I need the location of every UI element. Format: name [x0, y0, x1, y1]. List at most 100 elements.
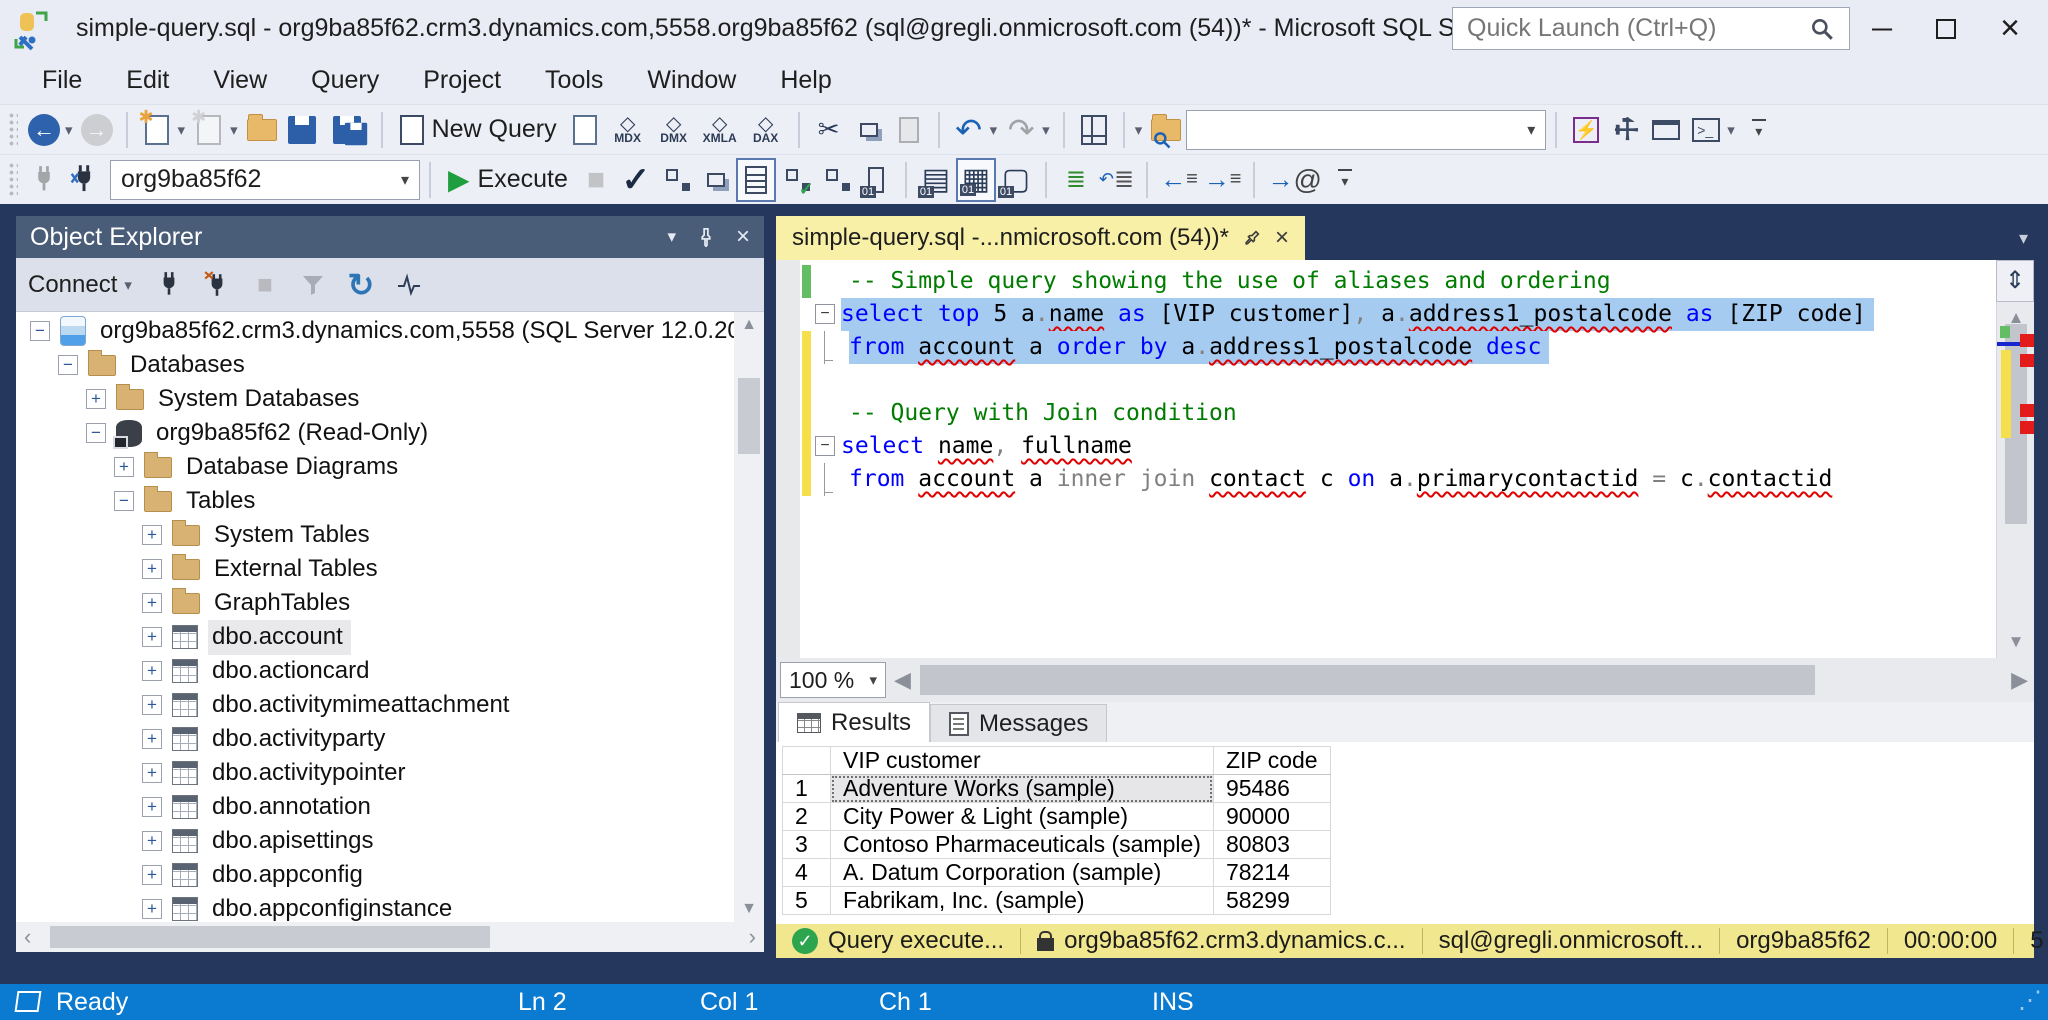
- row-number-cell[interactable]: 2: [783, 803, 831, 831]
- menu-file[interactable]: File: [20, 66, 104, 95]
- toolbar-overflow-button[interactable]: ▾: [1739, 108, 1779, 152]
- zip-code-cell[interactable]: 90000: [1213, 803, 1330, 831]
- query-options-button[interactable]: [736, 158, 776, 202]
- tab-list-dropdown-icon[interactable]: ▾: [2019, 228, 2028, 249]
- quick-launch-input[interactable]: Quick Launch (Ctrl+Q): [1452, 7, 1850, 50]
- scroll-left-icon[interactable]: ‹: [24, 922, 31, 952]
- code-line-6[interactable]: −select name, fullname: [800, 430, 1994, 463]
- vip-customer-cell[interactable]: Adventure Works (sample): [831, 775, 1214, 803]
- results-to-file-button[interactable]: ▢01: [996, 158, 1036, 202]
- navigate-forward-button[interactable]: →: [77, 108, 117, 152]
- expand-expander-icon[interactable]: +: [142, 865, 162, 885]
- scroll-up-icon[interactable]: ▲: [734, 316, 764, 334]
- panel-menu-icon[interactable]: ▾: [667, 227, 676, 247]
- tree-item-external-tables[interactable]: +External Tables: [16, 552, 734, 586]
- cut-button[interactable]: ✂: [809, 108, 849, 152]
- collapse-expander-icon[interactable]: −: [114, 491, 134, 511]
- tree-item-dbo-annotation[interactable]: +dbo.annotation: [16, 790, 734, 824]
- zoom-combo-caret[interactable]: ▾: [869, 671, 877, 689]
- collapse-toggle-icon[interactable]: −: [815, 436, 835, 456]
- zoom-level-combobox[interactable]: 100 % ▾: [780, 662, 886, 698]
- include-actual-plan-button[interactable]: ✓: [776, 158, 816, 202]
- add-item-button[interactable]: ✱: [189, 108, 229, 152]
- dmx-query-button[interactable]: ◇DMX: [651, 108, 697, 152]
- tree-item-dbo-apisettings[interactable]: +dbo.apisettings: [16, 824, 734, 858]
- tree-item-dbo-activityparty[interactable]: +dbo.activityparty: [16, 722, 734, 756]
- oe-disconnect-button[interactable]: [196, 264, 238, 306]
- collapse-expander-icon[interactable]: −: [30, 321, 50, 341]
- menu-help[interactable]: Help: [758, 66, 853, 95]
- expand-expander-icon[interactable]: +: [142, 831, 162, 851]
- find-combobox[interactable]: ▾: [1186, 110, 1546, 150]
- row-number-cell[interactable]: 1: [783, 775, 831, 803]
- mdx-query-button[interactable]: ◇MDX: [605, 108, 651, 152]
- row-number-header[interactable]: [783, 747, 831, 775]
- toolbar-overflow-button[interactable]: ▾: [1325, 158, 1365, 202]
- undo-button[interactable]: ↶: [949, 108, 989, 152]
- menu-query[interactable]: Query: [289, 66, 401, 95]
- collapse-expander-icon[interactable]: −: [86, 423, 106, 443]
- execute-button[interactable]: ▶ Execute: [440, 158, 576, 202]
- pin-icon[interactable]: [696, 227, 716, 247]
- expand-expander-icon[interactable]: +: [142, 763, 162, 783]
- close-tab-icon[interactable]: ×: [1275, 224, 1289, 252]
- connect-dropdown[interactable]: ▾: [124, 276, 132, 294]
- vip-customer-cell[interactable]: Contoso Pharmaceuticals (sample): [831, 831, 1214, 859]
- menu-tools[interactable]: Tools: [523, 66, 625, 95]
- command-dropdown[interactable]: ▾: [1727, 121, 1735, 139]
- cancel-query-button[interactable]: ■: [576, 158, 616, 202]
- undo-dropdown[interactable]: ▾: [990, 121, 998, 139]
- expand-expander-icon[interactable]: +: [142, 661, 162, 681]
- code-line-3[interactable]: from account a order by a.address1_posta…: [800, 331, 1994, 364]
- expand-expander-icon[interactable]: +: [142, 797, 162, 817]
- tree-item-dbo-activitypointer[interactable]: +dbo.activitypointer: [16, 756, 734, 790]
- tree-item-dbo-actioncard[interactable]: +dbo.actioncard: [16, 654, 734, 688]
- expand-expander-icon[interactable]: +: [142, 729, 162, 749]
- tree-item-system-tables[interactable]: +System Tables: [16, 518, 734, 552]
- activity-monitor-button[interactable]: ⚡: [1566, 108, 1606, 152]
- xmla-query-button[interactable]: ◇XMLA: [697, 108, 743, 152]
- expand-expander-icon[interactable]: +: [142, 559, 162, 579]
- code-line-7[interactable]: from account a inner join contact c on a…: [800, 463, 1994, 496]
- editor-vertical-scrollbar[interactable]: ▲ ▼: [1996, 260, 2034, 658]
- disconnect-button[interactable]: [24, 158, 64, 202]
- tree-item-dbo-appconfig[interactable]: +dbo.appconfig: [16, 858, 734, 892]
- copy-button[interactable]: [849, 108, 889, 152]
- close-button[interactable]: ×: [1978, 0, 2042, 57]
- editor-hscroll-thumb[interactable]: [920, 665, 1815, 695]
- code-line-1[interactable]: -- Simple query showing the use of alias…: [800, 265, 1994, 298]
- menu-window[interactable]: Window: [625, 66, 758, 95]
- toolbar-dropdown[interactable]: ▾: [1135, 121, 1143, 139]
- tree-item-dbo-activitymimeattachment[interactable]: +dbo.activitymimeattachment: [16, 688, 734, 722]
- tree-item-database-diagrams[interactable]: +Database Diagrams: [16, 450, 734, 484]
- toolbar-grip[interactable]: [8, 162, 18, 198]
- open-file-button[interactable]: [242, 108, 282, 152]
- zip-code-cell[interactable]: 80803: [1213, 831, 1330, 859]
- vip-customer-cell[interactable]: A. Datum Corporation (sample): [831, 859, 1214, 887]
- editor-horizontal-scrollbar[interactable]: ◀ ▶: [886, 658, 2034, 702]
- zip-code-cell[interactable]: 58299: [1213, 887, 1330, 915]
- find-in-files-button[interactable]: [1146, 108, 1186, 152]
- tools-button[interactable]: ⚒: [1606, 108, 1646, 152]
- vip-customer-cell[interactable]: City Power & Light (sample): [831, 803, 1214, 831]
- pin-icon[interactable]: [1239, 225, 1264, 250]
- row-number-cell[interactable]: 4: [783, 859, 831, 887]
- decrease-indent-button[interactable]: ←≡: [1157, 158, 1201, 202]
- code-line-5[interactable]: -- Query with Join condition: [800, 397, 1994, 430]
- tab-results[interactable]: Results: [778, 702, 930, 742]
- query-designer-button[interactable]: [1074, 108, 1114, 152]
- collapse-expander-icon[interactable]: −: [58, 355, 78, 375]
- expand-expander-icon[interactable]: +: [142, 593, 162, 613]
- parse-button[interactable]: ✓: [616, 158, 656, 202]
- tab-messages[interactable]: Messages: [930, 704, 1107, 742]
- toolbox-button[interactable]: [1646, 108, 1686, 152]
- tree-item-org9ba85f62-read-only-[interactable]: −org9ba85f62 (Read-Only): [16, 416, 734, 450]
- zip-code-cell[interactable]: 95486: [1213, 775, 1330, 803]
- database-combo-caret[interactable]: ▾: [401, 170, 409, 190]
- tree-item-dbo-appconfiginstance[interactable]: +dbo.appconfiginstance: [16, 892, 734, 922]
- code-line-4[interactable]: [800, 364, 1994, 397]
- results-to-text-button[interactable]: ▤01: [916, 158, 956, 202]
- tree-item-dbo-account[interactable]: +dbo.account: [16, 620, 734, 654]
- tree-item-system-databases[interactable]: +System Databases: [16, 382, 734, 416]
- split-editor-handle[interactable]: ⇕: [1996, 260, 2034, 302]
